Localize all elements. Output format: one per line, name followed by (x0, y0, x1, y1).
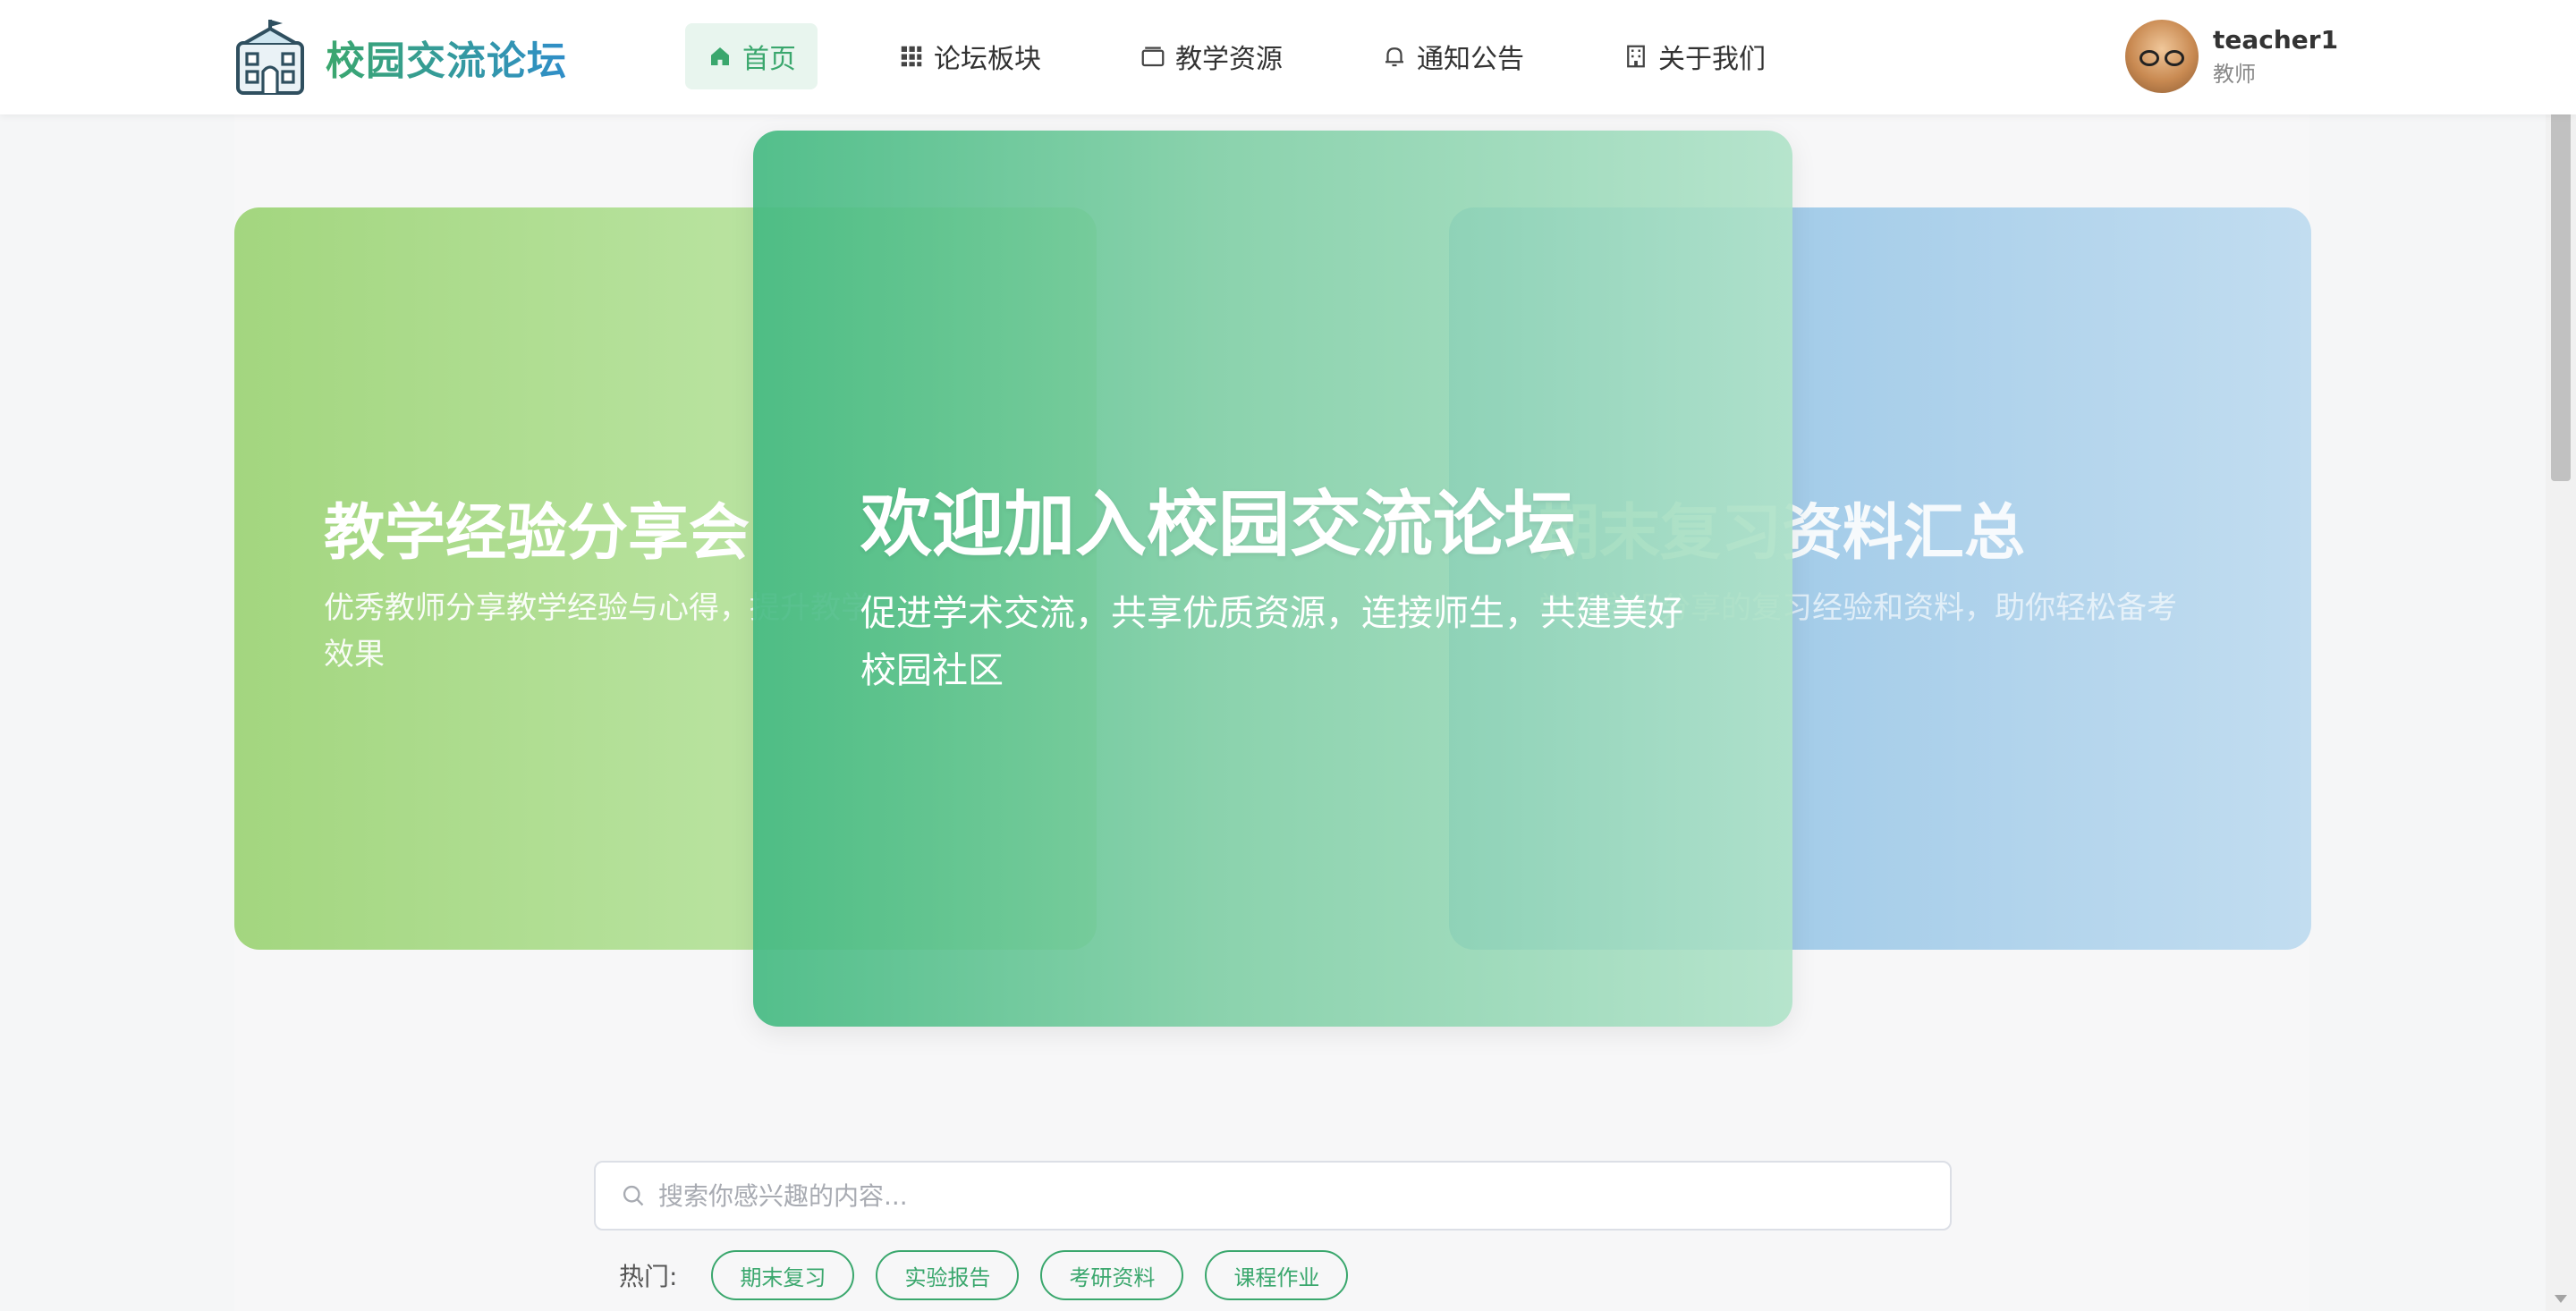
nav-label: 论坛板块 (934, 44, 1041, 75)
nav-label: 首页 (742, 44, 796, 75)
nav-announcements[interactable]: 通知公告 (1360, 23, 1546, 89)
hot-tags: 热门: 期末复习 实验报告 考研资料 课程作业 (619, 1250, 1369, 1300)
hot-tag[interactable]: 期末复习 (711, 1250, 855, 1300)
nav-teaching-resources[interactable]: 教学资源 (1118, 23, 1304, 89)
slide-title: 欢迎加入校园交流论坛 (860, 483, 1576, 566)
school-building-icon (236, 20, 304, 95)
user-role: 教师 (2213, 62, 2256, 87)
slide-description: 促进学术交流，共享优质资源，连接师生，共建美好校园社区 (860, 593, 1683, 691)
main-nav: 首页 论坛板块 教学资源 通知公告 关于我们 (685, 23, 1843, 89)
grid-icon (901, 46, 922, 67)
nav-home[interactable]: 首页 (685, 23, 818, 89)
bell-icon (1385, 47, 1403, 67)
search-icon (623, 1185, 644, 1206)
nav-label: 通知公告 (1417, 44, 1524, 75)
folder-icon (1141, 47, 1165, 67)
hot-label: 热门: (619, 1262, 678, 1291)
search-box[interactable] (594, 1161, 1952, 1231)
slide-title: 教学经验分享会 (324, 498, 750, 569)
top-header: 校园交流论坛 首页 论坛板块 教学资源 通知公告 关于我们 teacher1 教… (0, 0, 2576, 114)
avatar[interactable] (2125, 20, 2199, 93)
nav-label: 关于我们 (1658, 44, 1766, 75)
building-icon (1627, 45, 1645, 68)
hot-tag[interactable]: 实验报告 (876, 1250, 1020, 1300)
nav-about-us[interactable]: 关于我们 (1601, 23, 1787, 89)
home-icon (711, 47, 729, 65)
hot-tag[interactable]: 课程作业 (1205, 1250, 1349, 1300)
site-logo[interactable]: 校园交流论坛 (234, 18, 567, 97)
user-info: teacher1 教师 (2213, 25, 2338, 88)
carousel-slide-active[interactable] (753, 131, 1792, 1027)
user-menu[interactable]: teacher1 教师 (2125, 20, 2338, 93)
site-title: 校园交流论坛 (326, 29, 567, 86)
user-name: teacher1 (2213, 25, 2339, 55)
search-input[interactable] (658, 1180, 1911, 1211)
scroll-down-arrow-icon[interactable] (2555, 1295, 2567, 1303)
nav-forum-sections[interactable]: 论坛板块 (877, 23, 1063, 89)
hot-tag[interactable]: 考研资料 (1040, 1250, 1184, 1300)
nav-label: 教学资源 (1175, 44, 1283, 75)
